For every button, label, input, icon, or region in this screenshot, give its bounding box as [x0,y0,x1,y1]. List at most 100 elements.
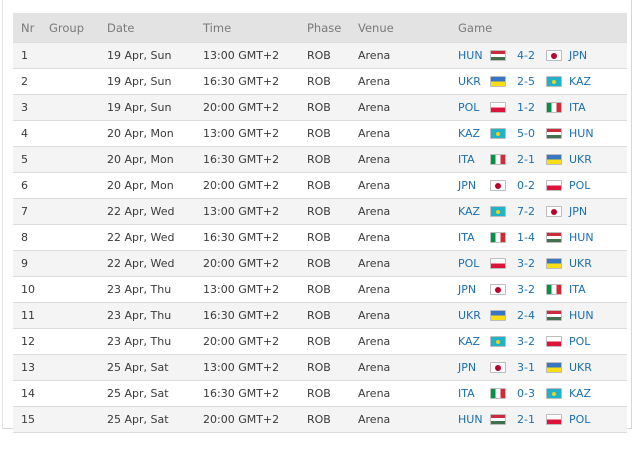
column-header-game[interactable]: Game [450,13,627,43]
kaz-flag-icon [490,336,506,347]
home-team-link[interactable]: KAZ [458,335,490,348]
home-team-link[interactable]: HUN [458,49,490,62]
match-number: 4 [13,120,41,147]
match-score-link[interactable]: 3-2 [506,335,546,348]
match-score-link[interactable]: 1-2 [506,101,546,114]
home-team-link[interactable]: KAZ [458,127,490,140]
column-header-date[interactable]: Date [99,13,195,43]
match-score-link[interactable]: 2-5 [506,75,546,88]
schedule-panel: Nr Group Date Time Phase Venue Game 1 19 … [2,0,632,433]
match-group [41,250,99,277]
away-team-link[interactable]: ITA [569,101,586,114]
home-team-link[interactable]: ITA [458,387,490,400]
away-team-link[interactable]: JPN [569,205,587,218]
match-game: UKR 2-4 HUN [450,302,627,329]
match-score-link[interactable]: 0-2 [506,179,546,192]
match-date: 22 Apr, Wed [99,250,195,277]
column-header-venue[interactable]: Venue [350,13,450,43]
home-team-link[interactable]: POL [458,257,490,270]
column-header-group[interactable]: Group [41,13,99,43]
match-group [41,380,99,407]
match-game: ITA 1-4 HUN [450,224,627,251]
kaz-flag-icon [546,76,562,87]
match-number: 7 [13,198,41,225]
away-team-link[interactable]: POL [569,179,590,192]
match-date: 23 Apr, Thu [99,302,195,329]
match-venue: Arena [350,328,450,355]
pol-flag-icon [490,102,506,113]
match-time: 13:00 GMT+2 [195,276,299,303]
match-score-link[interactable]: 2-1 [506,413,546,426]
match-score-link[interactable]: 0-3 [506,387,546,400]
column-header-time[interactable]: Time [195,13,299,43]
match-phase: ROB [299,94,350,121]
hun-flag-icon [546,128,562,139]
table-row: 1 19 Apr, Sun 13:00 GMT+2 ROB Arena HUN 4-2 JPN [13,42,627,69]
match-number: 15 [13,406,41,433]
match-phase: ROB [299,380,350,407]
home-team-link[interactable]: HUN [458,413,490,426]
match-number: 1 [13,42,41,69]
away-team-link[interactable]: HUN [569,127,594,140]
jpn-flag-icon [490,362,506,373]
away-team-link[interactable]: JPN [569,49,587,62]
match-venue: Arena [350,380,450,407]
column-header-phase[interactable]: Phase [299,13,350,43]
match-time: 16:30 GMT+2 [195,68,299,95]
match-time: 13:00 GMT+2 [195,198,299,225]
home-team-link[interactable]: ITA [458,153,490,166]
match-phase: ROB [299,302,350,329]
column-header-nr[interactable]: Nr [13,13,41,43]
home-team-link[interactable]: UKR [458,75,490,88]
away-team-link[interactable]: KAZ [569,387,591,400]
match-score-link[interactable]: 3-2 [506,283,546,296]
match-game: ITA 0-3 KAZ [450,380,627,407]
match-date: 19 Apr, Sun [99,42,195,69]
match-score-link[interactable]: 7-2 [506,205,546,218]
table-row: 13 25 Apr, Sat 13:00 GMT+2 ROB Arena JPN 3-1 UK… [13,354,627,381]
match-date: 22 Apr, Wed [99,224,195,251]
away-team-link[interactable]: POL [569,413,590,426]
table-row: 3 19 Apr, Sun 20:00 GMT+2 ROB Arena POL 1-2 ITA [13,94,627,121]
away-team-link[interactable]: UKR [569,153,592,166]
away-team-link[interactable]: ITA [569,283,586,296]
match-time: 16:30 GMT+2 [195,302,299,329]
match-score-link[interactable]: 2-1 [506,153,546,166]
match-phase: ROB [299,250,350,277]
hun-flag-icon [546,232,562,243]
away-team-link[interactable]: UKR [569,361,592,374]
home-team-link[interactable]: POL [458,101,490,114]
hun-flag-icon [546,310,562,321]
match-score-link[interactable]: 1-4 [506,231,546,244]
match-date: 25 Apr, Sat [99,380,195,407]
match-score-link[interactable]: 5-0 [506,127,546,140]
table-row: 4 20 Apr, Mon 13:00 GMT+2 ROB Arena KAZ 5-0 HUN [13,120,627,147]
home-team-link[interactable]: JPN [458,361,490,374]
away-team-link[interactable]: POL [569,335,590,348]
match-score-link[interactable]: 3-1 [506,361,546,374]
match-group [41,198,99,225]
home-team-link[interactable]: UKR [458,309,490,322]
jpn-flag-icon [490,284,506,295]
kaz-flag-icon [546,388,562,399]
match-score-link[interactable]: 3-2 [506,257,546,270]
pol-flag-icon [546,336,562,347]
home-team-link[interactable]: ITA [458,231,490,244]
home-team-link[interactable]: JPN [458,283,490,296]
away-team-link[interactable]: KAZ [569,75,591,88]
home-team-link[interactable]: KAZ [458,205,490,218]
home-team-link[interactable]: JPN [458,179,490,192]
match-score-link[interactable]: 4-2 [506,49,546,62]
match-game: HUN 2-1 POL [450,406,627,433]
match-score-link[interactable]: 2-4 [506,309,546,322]
away-team-link[interactable]: HUN [569,309,594,322]
hun-flag-icon [490,414,506,425]
match-date: 19 Apr, Sun [99,94,195,121]
away-team-link[interactable]: UKR [569,257,592,270]
away-team-link[interactable]: HUN [569,231,594,244]
match-group [41,406,99,433]
match-group [41,354,99,381]
match-game: KAZ 3-2 POL [450,328,627,355]
pol-flag-icon [546,180,562,191]
match-phase: ROB [299,42,350,69]
